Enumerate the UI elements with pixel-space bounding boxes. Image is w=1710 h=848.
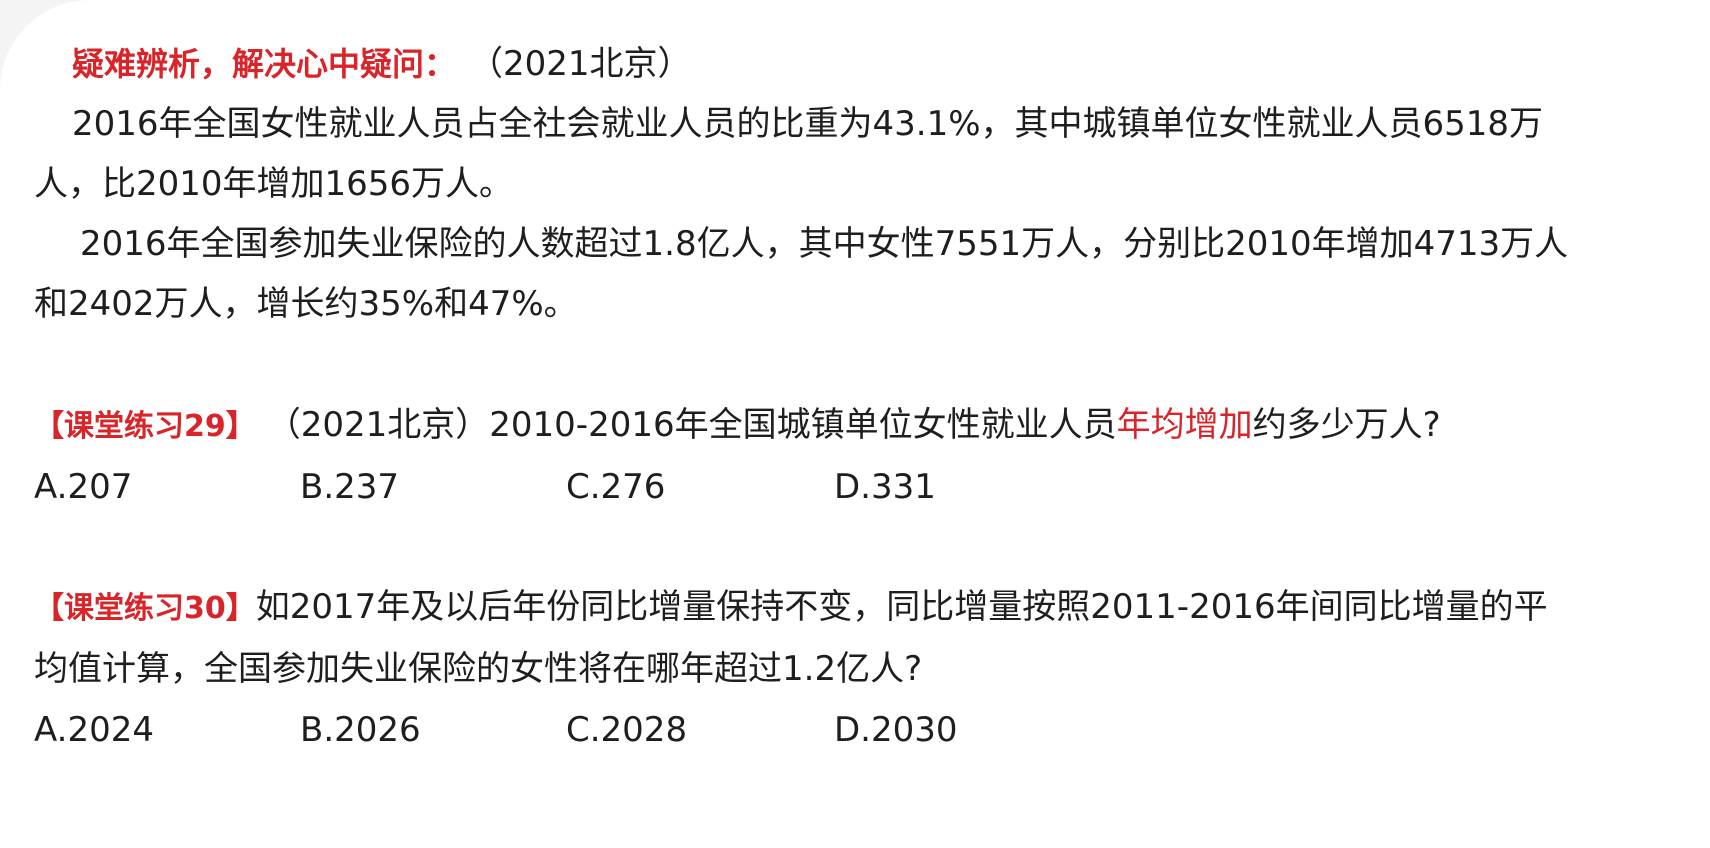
question-29-tag: 【课堂练习29】 xyxy=(34,409,256,444)
q29-option-d[interactable]: D.331 xyxy=(834,465,936,509)
q29-option-c[interactable]: C.276 xyxy=(566,465,665,509)
slide-page: 疑难辨析，解决心中疑问： （2021北京） 2016年全国女性就业人员占全社会就业… xyxy=(0,0,1710,848)
q30-option-b[interactable]: B.2026 xyxy=(300,708,421,752)
question-30-tag: 【课堂练习30】 xyxy=(34,591,256,626)
q29-option-b[interactable]: B.237 xyxy=(300,465,399,509)
question-29-highlight: 年均增加 xyxy=(1116,405,1253,445)
section-heading: 疑难辨析，解决心中疑问： （2021北京） xyxy=(72,42,692,86)
q30-option-d[interactable]: D.2030 xyxy=(834,708,958,752)
question-29-text: 2010-2016年全国城镇单位女性就业人员 xyxy=(489,405,1117,445)
question-29-source: （2021北京） xyxy=(283,405,490,445)
question-30-text: 如2017年及以后年份同比增量保持不变，同比增量按照2011-2016年间同比增… xyxy=(255,587,1548,627)
material-p2-line2: 和2402万人，增长约35%和47%。 xyxy=(34,284,578,324)
question-29: 【课堂练习29】 （2021北京）2010-2016年全国城镇单位女性就业人员年均… xyxy=(34,403,1441,449)
section-title: 疑难辨析，解决心中疑问： xyxy=(72,45,457,83)
material-p2-line1: 2016年全国参加失业保险的人数超过1.8亿人，其中女性7551万人，分别比20… xyxy=(80,224,1569,264)
material-p1-line1: 2016年全国女性就业人员占全社会就业人员的比重为43.1%，其中城镇单位女性就… xyxy=(72,104,1544,144)
q30-option-c[interactable]: C.2028 xyxy=(566,708,687,752)
q30-option-a[interactable]: A.2024 xyxy=(34,708,154,752)
section-source: （2021北京） xyxy=(486,44,692,84)
question-30-line1: 【课堂练习30】如2017年及以后年份同比增量保持不变，同比增量按照2011-2… xyxy=(34,585,1548,631)
material-p1-line2: 人，比2010年增加1656万人。 xyxy=(34,164,514,204)
question-29-text-end: 约多少万人? xyxy=(1252,405,1441,445)
q29-option-a[interactable]: A.207 xyxy=(34,465,132,509)
question-30-line2: 均值计算，全国参加失业保险的女性将在哪年超过1.2亿人? xyxy=(34,649,923,689)
